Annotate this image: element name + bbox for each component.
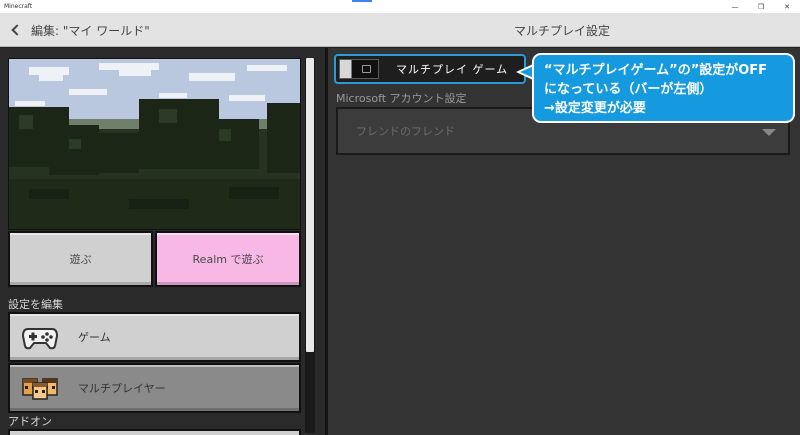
callout-line-2: になっている（バーが左側）	[544, 82, 713, 97]
callout-line-3: →設定変更が必要	[544, 101, 646, 116]
edit-settings-heading: 設定を編集	[8, 298, 63, 311]
callout-line-1: “マルチプレイゲーム”の”設定がOFF	[544, 63, 768, 78]
multiplayer-toggle[interactable]	[339, 59, 379, 79]
window-title: Minecraft	[4, 3, 33, 10]
window-titlebar: Minecraft — ❐ ✕	[0, 0, 800, 13]
chevron-down-icon	[762, 129, 776, 136]
menu-item-game-label: ゲーム	[78, 331, 111, 344]
window-controls: — ❐ ✕	[722, 0, 800, 13]
back-button[interactable]: 編集: "マイ ワールド"	[8, 20, 150, 40]
dropdown-selected-value: フレンドのフレンド	[356, 125, 455, 138]
multiplayer-game-setting[interactable]: マルチプレイ ゲーム	[334, 54, 526, 84]
multiplayer-toggle-label: マルチプレイ ゲーム	[396, 63, 509, 76]
titlebar-accent	[352, 0, 372, 2]
menu-item-multiplayer[interactable]: マルチプレイヤー	[8, 363, 301, 413]
controller-icon	[20, 322, 60, 352]
toggle-knob[interactable]	[340, 60, 352, 78]
back-label: 編集: "マイ ワールド"	[31, 23, 150, 38]
menu-item-addon-partial[interactable]	[8, 429, 301, 435]
play-button[interactable]: 遊ぶ	[8, 231, 153, 287]
account-settings-heading: Microsoft アカウント設定	[336, 92, 467, 105]
play-in-realm-button[interactable]: Realm で遊ぶ	[155, 231, 301, 287]
minimize-button[interactable]: —	[722, 0, 748, 13]
world-screenshot	[9, 59, 300, 229]
chevron-left-icon	[11, 24, 23, 36]
menu-item-multiplayer-label: マルチプレイヤー	[78, 382, 166, 395]
maximize-button[interactable]: ❐	[748, 0, 774, 13]
left-panel: 遊ぶ Realm で遊ぶ 設定を編集 ゲーム マルチプレイヤー アドオン	[0, 48, 325, 435]
page-title: マルチプレイ設定	[514, 24, 611, 38]
toggle-off-icon	[362, 65, 371, 73]
menu-item-game[interactable]: ゲーム	[8, 312, 301, 362]
world-preview-image	[8, 58, 301, 230]
close-button[interactable]: ✕	[774, 0, 800, 13]
annotation-callout: “マルチプレイゲーム”の”設定がOFF になっている（バーが左側） →設定変更が…	[532, 53, 795, 123]
players-icon	[20, 373, 60, 403]
scrollbar-thumb[interactable]	[306, 58, 314, 352]
addons-heading: アドオン	[8, 415, 52, 428]
screen-header: 編集: "マイ ワールド" マルチプレイ設定	[0, 13, 800, 47]
